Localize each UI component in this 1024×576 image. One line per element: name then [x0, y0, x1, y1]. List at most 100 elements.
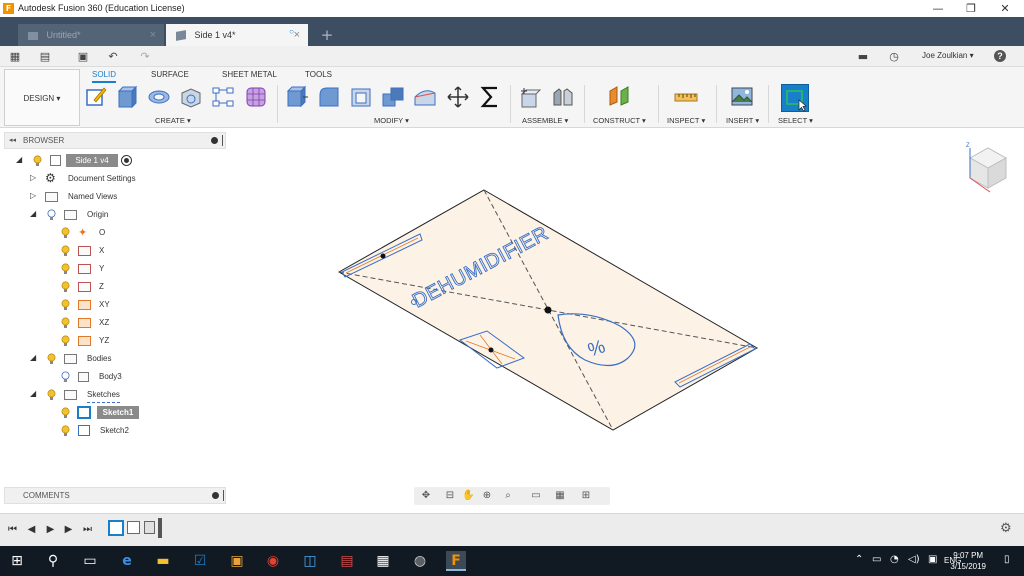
visibility-bulb-icon[interactable] [61, 245, 70, 257]
close-button[interactable]: ✕ [990, 1, 1020, 16]
browser-item-y-axis[interactable]: Y [99, 262, 104, 276]
viewcube[interactable]: Z [962, 138, 1014, 196]
sketch-point[interactable] [380, 253, 386, 259]
chrome-browser-icon[interactable]: ◉ [263, 551, 283, 571]
offset-plane-icon[interactable] [607, 85, 631, 109]
go-to-start-icon[interactable]: ⏮ [6, 523, 19, 536]
browser-item-body3[interactable]: Body3 [99, 370, 122, 384]
viewports-icon[interactable]: ⊞ [580, 490, 592, 502]
joint-icon[interactable] [551, 85, 575, 109]
browser-item-z-axis[interactable]: Z [99, 280, 104, 294]
wifi-icon[interactable]: ◔ [890, 554, 899, 565]
pan-hand-icon[interactable]: ✋ [462, 490, 474, 502]
visibility-bulb-icon[interactable] [61, 317, 70, 329]
expand-triangle-icon[interactable]: ▷ [30, 173, 36, 182]
calculator-icon[interactable]: ▦ [373, 551, 393, 571]
browser-item-named-views[interactable]: Named Views [68, 190, 117, 204]
windows-start-icon[interactable]: ⊞ [7, 551, 27, 571]
browser-item-sketch2[interactable]: Sketch2 [100, 424, 129, 438]
new-tab-button[interactable]: + [316, 24, 338, 46]
extrude-icon[interactable] [114, 85, 138, 109]
action-center-icon[interactable]: ▯ [1004, 554, 1010, 565]
search-icon[interactable]: ⚲ [43, 551, 63, 571]
timeline-sketch2-icon[interactable] [127, 521, 140, 534]
fusion-taskbar-icon[interactable]: F [446, 551, 466, 571]
step-back-icon[interactable]: ◀ [25, 523, 38, 536]
parameters-sigma-icon[interactable] [478, 85, 502, 109]
collapse-triangle-icon[interactable]: ◢ [30, 353, 36, 362]
job-status-clock-icon[interactable]: ◷ [887, 50, 901, 63]
visibility-bulb-icon[interactable] [61, 281, 70, 293]
tab-tools[interactable]: TOOLS [305, 70, 332, 79]
fillet-icon[interactable] [317, 85, 341, 109]
orbit-icon[interactable]: ✥ [420, 490, 432, 502]
press-pull-icon[interactable] [285, 85, 309, 109]
browser-item-x-axis[interactable]: X [99, 244, 104, 258]
comments-panel[interactable]: COMMENTS [4, 487, 226, 504]
tab-sheet-metal[interactable]: SHEET METAL [222, 70, 277, 79]
visibility-bulb-icon[interactable] [47, 389, 56, 401]
data-panel-grid-icon[interactable]: ▦ [8, 50, 22, 63]
timeline-sketch1-icon[interactable] [108, 520, 124, 536]
insert-canvas-icon[interactable] [730, 85, 754, 109]
browser-item-sketch1[interactable]: Sketch1 [97, 406, 139, 419]
new-component-icon[interactable] [518, 85, 542, 109]
visibility-bulb-icon[interactable] [47, 353, 56, 365]
assemble-menu[interactable]: ASSEMBLE ▾ [522, 116, 568, 125]
center-point[interactable] [544, 306, 552, 314]
undo-icon[interactable]: ↶ [106, 50, 120, 63]
browser-item-document-settings[interactable]: Document Settings [68, 172, 136, 186]
tab-side-1-v4[interactable]: Side 1 v4* ○ × [166, 24, 308, 46]
browser-item-yz-plane[interactable]: YZ [99, 334, 109, 348]
browser-item-sketches[interactable]: Sketches [87, 388, 120, 403]
tab-surface[interactable]: SURFACE [151, 70, 189, 79]
insert-menu[interactable]: INSERT ▾ [726, 116, 759, 125]
root-component-label[interactable]: Side 1 v4 [66, 154, 118, 167]
grid-settings-icon[interactable]: ▦ [554, 490, 566, 502]
zoom-window-icon[interactable]: ⌕ [502, 490, 514, 502]
visibility-bulb-icon[interactable] [61, 263, 70, 275]
display-settings-icon[interactable]: ▭ [530, 490, 542, 502]
close-icon[interactable]: × [150, 24, 156, 46]
construct-menu[interactable]: CONSTRUCT ▾ [593, 116, 646, 125]
browser-item-origin-point[interactable]: O [99, 226, 105, 240]
help-icon[interactable]: ? [994, 50, 1006, 62]
replace-face-icon[interactable] [413, 85, 437, 109]
visibility-bulb-icon[interactable] [61, 407, 70, 419]
collapse-triangle-icon[interactable]: ◢ [30, 389, 36, 398]
measure-icon[interactable] [674, 85, 698, 109]
inspect-menu[interactable]: INSPECT ▾ [667, 116, 705, 125]
sweep-icon[interactable] [179, 85, 203, 109]
task-view-icon[interactable]: ▭ [80, 551, 100, 571]
notification-center-icon[interactable]: ▬ [856, 50, 870, 63]
app-icon[interactable]: ▤ [337, 551, 357, 571]
minimize-button[interactable]: — [923, 1, 953, 16]
look-at-icon[interactable]: ⊟ [444, 490, 456, 502]
user-account-menu[interactable]: Joe Zoulkian ▾ [922, 51, 974, 60]
visibility-bulb-icon[interactable] [61, 425, 70, 437]
collapse-panel-icon[interactable]: ◂◂ [9, 133, 16, 148]
visibility-bulb-icon[interactable] [61, 335, 70, 347]
modify-menu[interactable]: MODIFY ▾ [374, 116, 409, 125]
select-menu[interactable]: SELECT ▾ [778, 116, 813, 125]
file-explorer-icon[interactable]: ▬ [153, 551, 173, 571]
browser-header[interactable]: ◂◂ BROWSER [4, 132, 226, 149]
collapse-triangle-icon[interactable]: ◢ [16, 155, 22, 164]
system-clock[interactable]: 9:07 PM 3/15/2019 [950, 550, 986, 572]
redo-icon[interactable]: ↷ [138, 50, 152, 63]
close-icon[interactable]: × [294, 24, 300, 46]
save-icon[interactable]: ▣ [76, 50, 90, 63]
tray-overflow-icon[interactable]: ⌃ [855, 554, 863, 565]
browser-item-xz-plane[interactable]: XZ [99, 316, 109, 330]
file-menu-icon[interactable]: ▤ [38, 50, 52, 63]
app-icon[interactable]: ◍ [410, 551, 430, 571]
revolve-icon[interactable] [147, 85, 171, 109]
visibility-bulb-icon[interactable] [61, 299, 70, 311]
workspace-switcher[interactable]: DESIGN ▾ [4, 69, 80, 126]
restore-button[interactable]: ❐ [956, 1, 986, 16]
activate-radio-icon[interactable] [121, 155, 132, 166]
combine-icon[interactable] [381, 85, 405, 109]
tab-solid[interactable]: SOLID [92, 70, 117, 83]
browser-item-origin[interactable]: Origin [87, 208, 108, 222]
media-app-icon[interactable]: ▣ [227, 551, 247, 571]
